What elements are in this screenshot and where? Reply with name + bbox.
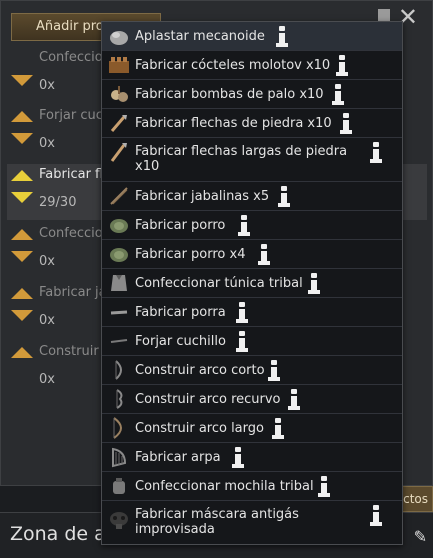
menu-item-label: Confeccionar mochila tribal <box>135 479 314 494</box>
menu-item[interactable]: Forjar cuchillo <box>102 327 402 356</box>
bill-count: 0x <box>39 78 55 93</box>
menu-item[interactable]: Fabricar porro <box>102 211 402 240</box>
info-icon[interactable] <box>340 113 352 135</box>
priority-down-icon[interactable] <box>11 251 33 262</box>
menu-item[interactable]: Aplastar mecanoide <box>102 22 402 51</box>
menu-item[interactable]: Fabricar flechas largas de piedra x10 <box>102 138 402 182</box>
info-icon[interactable] <box>236 331 248 353</box>
zone-label: Zona de a <box>10 523 106 545</box>
bill-count: 0x <box>39 254 55 269</box>
bill-count: 0x <box>39 313 55 328</box>
menu-item[interactable]: Fabricar jabalinas x5 <box>102 182 402 211</box>
menu-item[interactable]: Fabricar flechas de piedra x10 <box>102 109 402 138</box>
joint-icon <box>110 219 128 233</box>
club-icon <box>110 310 128 315</box>
priority-up-icon[interactable] <box>11 288 33 299</box>
priority-down-icon[interactable] <box>11 310 33 321</box>
menu-item-label: Fabricar bombas de palo x10 <box>135 87 324 102</box>
menu-item-label: Aplastar mecanoide <box>135 29 265 44</box>
long-bow-icon <box>113 417 122 439</box>
arrow-icon <box>110 115 127 132</box>
menu-item-label: Fabricar máscara antigás improvisada <box>135 507 299 537</box>
menu-item-label: Confeccionar túnica tribal <box>135 276 303 291</box>
menu-item-label: Fabricar porra <box>135 305 226 320</box>
priority-up-icon[interactable] <box>11 170 33 181</box>
menu-item[interactable]: Fabricar porra <box>102 298 402 327</box>
mechanoid-debris-icon <box>110 31 128 45</box>
menu-item-label: Fabricar arpa <box>135 450 221 465</box>
menu-item[interactable]: Fabricar cócteles molotov x10 <box>102 51 402 80</box>
priority-up-icon[interactable] <box>11 347 33 358</box>
menu-item-label: Construir arco largo <box>135 421 264 436</box>
priority-up-icon[interactable] <box>11 229 33 240</box>
priority-down-icon[interactable] <box>11 133 33 144</box>
priority-down-icon[interactable] <box>11 192 33 203</box>
short-bow-icon <box>115 360 122 380</box>
menu-item-label: Fabricar porro <box>135 218 226 233</box>
menu-item-label: Forjar cuchillo <box>135 334 226 349</box>
bill-title: Forjar cuc <box>39 108 103 123</box>
menu-item[interactable]: Construir arco recurvo <box>102 385 402 414</box>
joint-icon <box>110 248 128 262</box>
priority-down-icon[interactable] <box>11 75 33 86</box>
menu-item[interactable]: Fabricar máscara antigás improvisada <box>102 501 402 545</box>
bill-title: Fabricar fl <box>39 167 104 182</box>
tribal-tunic-icon <box>111 275 127 291</box>
info-icon[interactable] <box>332 84 344 106</box>
menu-item-label: Fabricar jabalinas x5 <box>135 189 270 204</box>
menu-item-label: Construir arco recurvo <box>135 392 281 407</box>
javelin-icon <box>110 187 128 205</box>
menu-item[interactable]: Construir arco corto <box>102 356 402 385</box>
info-icon[interactable] <box>308 273 320 295</box>
edit-icon[interactable]: ✎ <box>414 527 427 546</box>
info-icon[interactable] <box>232 447 244 469</box>
info-icon[interactable] <box>370 505 382 527</box>
info-icon[interactable] <box>370 142 382 164</box>
menu-item-label: Fabricar flechas largas de piedra x10 <box>135 144 348 174</box>
menu-item-label: Construir arco corto <box>135 363 265 378</box>
long-arrow-icon <box>110 143 127 162</box>
info-icon[interactable] <box>276 26 288 48</box>
harp-icon <box>112 447 127 468</box>
info-icon[interactable] <box>336 55 348 77</box>
recipe-menu: Aplastar mecanoide Fabricar cócteles mol… <box>101 21 403 545</box>
info-icon[interactable] <box>236 302 248 324</box>
menu-item[interactable]: Confeccionar mochila tribal <box>102 472 402 501</box>
menu-item[interactable]: Confeccionar túnica tribal <box>102 269 402 298</box>
recurve-bow-icon <box>116 389 123 409</box>
priority-up-icon[interactable] <box>11 111 33 122</box>
info-icon[interactable] <box>288 389 300 411</box>
menu-item-label: Fabricar cócteles molotov x10 <box>135 58 331 73</box>
info-icon[interactable] <box>238 215 250 237</box>
stick-bomb-icon <box>111 86 128 102</box>
tribal-backpack-icon <box>113 478 125 494</box>
bill-count: 0x <box>39 372 55 387</box>
menu-item-label: Fabricar porro x4 <box>135 247 246 262</box>
menu-item[interactable]: Fabricar porro x4 <box>102 240 402 269</box>
bill-title: Construir a <box>39 344 111 359</box>
info-icon[interactable] <box>278 186 290 208</box>
menu-item[interactable]: Fabricar bombas de palo x10 <box>102 80 402 109</box>
molotov-crate-icon <box>109 57 129 73</box>
bill-title: Fabricar ja <box>39 285 107 300</box>
bill-count: 29/30 <box>39 195 77 210</box>
menu-item[interactable]: Construir arco largo <box>102 414 402 443</box>
info-icon[interactable] <box>258 244 270 266</box>
info-icon[interactable] <box>268 360 280 382</box>
gas-mask-icon <box>110 512 128 529</box>
bill-count: 0x <box>39 136 55 151</box>
menu-item[interactable]: Fabricar arpa <box>102 443 402 472</box>
info-icon[interactable] <box>318 476 330 498</box>
knife-icon <box>110 339 128 343</box>
info-icon[interactable] <box>272 418 284 440</box>
menu-item-label: Fabricar flechas de piedra x10 <box>135 116 332 131</box>
